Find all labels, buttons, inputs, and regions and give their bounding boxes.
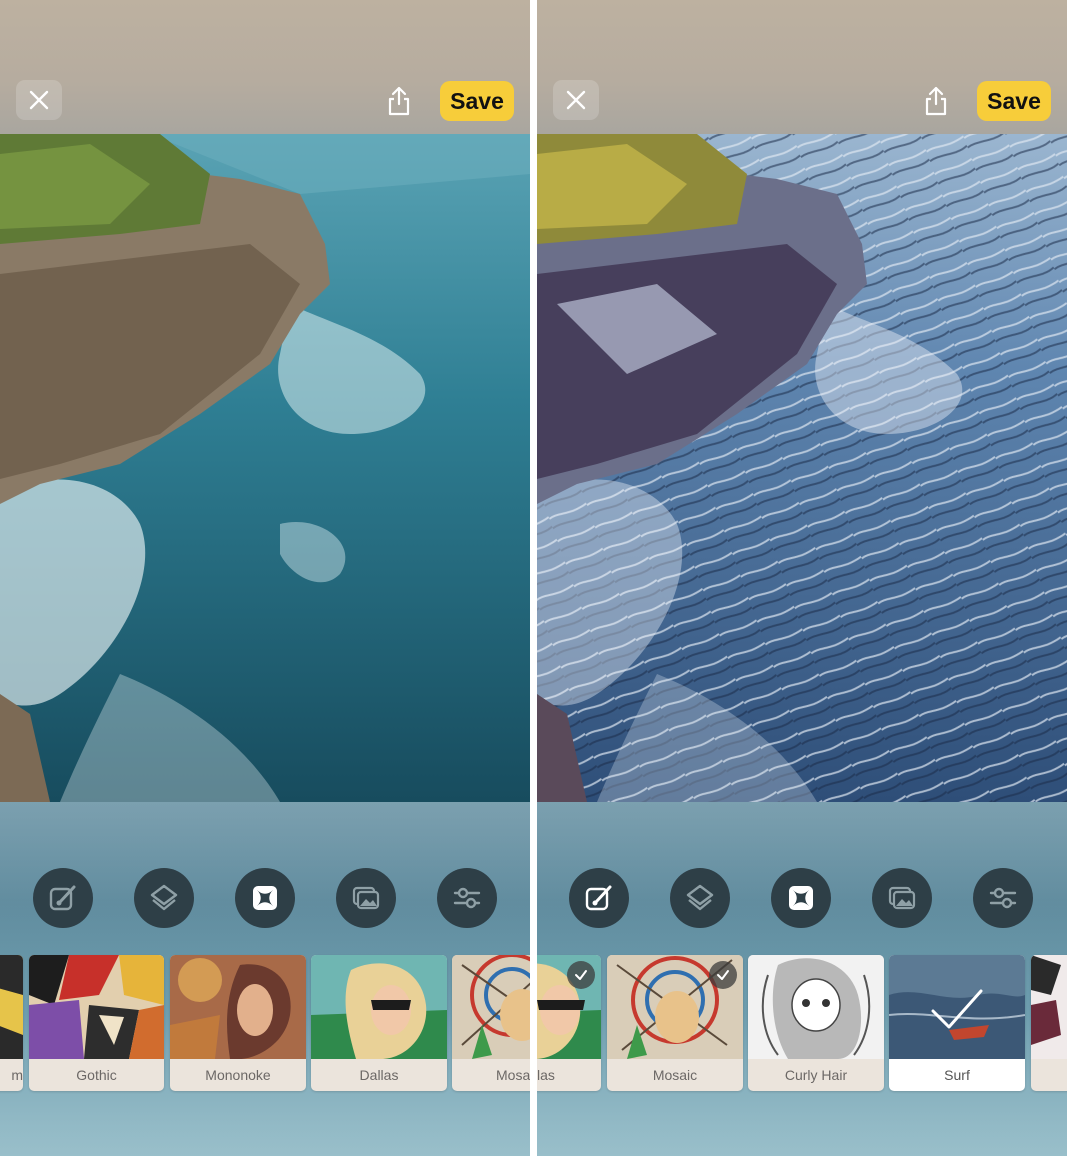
style-card[interactable]: Mosa: [452, 955, 530, 1091]
style-card[interactable]: Curly Hair: [748, 955, 884, 1091]
style-label: las: [537, 1067, 555, 1083]
style-thumbnail: [0, 955, 23, 1059]
share-button[interactable]: [919, 84, 953, 118]
tool-edit-button[interactable]: [33, 868, 93, 928]
layers-icon: [150, 884, 178, 911]
share-icon: [925, 86, 947, 116]
photo-stylized: [537, 134, 1067, 802]
style-label: [1031, 1059, 1067, 1091]
tool-edit-button[interactable]: [569, 868, 629, 928]
share-icon: [388, 86, 410, 116]
adjust-sliders-icon: [989, 887, 1017, 909]
editor-panel-stylized: Save las Mosaic Curly Hair Surf: [537, 0, 1067, 1156]
style-card[interactable]: Mosaic: [607, 955, 743, 1091]
downloaded-check-badge: [567, 961, 595, 989]
save-button[interactable]: Save: [977, 81, 1051, 121]
adjust-sliders-icon: [453, 887, 481, 909]
selected-check-icon: [931, 989, 983, 1029]
styles-icon: [253, 886, 277, 910]
style-label: Mosa: [496, 1067, 530, 1083]
style-label: Surf: [944, 1067, 970, 1083]
style-card[interactable]: m: [0, 955, 23, 1091]
save-button[interactable]: Save: [440, 81, 514, 121]
style-thumbnail: [1031, 955, 1067, 1059]
tool-backgrounds-button[interactable]: [336, 868, 396, 928]
tool-adjust-button[interactable]: [437, 868, 497, 928]
edit-brush-icon: [585, 885, 612, 911]
downloaded-check-badge: [709, 961, 737, 989]
style-label: Mononoke: [205, 1067, 271, 1083]
style-card[interactable]: Gothic: [29, 955, 164, 1091]
style-card[interactable]: [1031, 955, 1067, 1091]
close-icon: [566, 90, 586, 110]
backgrounds-icon: [352, 886, 380, 910]
style-label: Gothic: [76, 1067, 117, 1083]
style-label: Mosaic: [652, 1067, 698, 1083]
photo-original: [0, 134, 530, 802]
tool-styles-button[interactable]: [771, 868, 831, 928]
style-thumbnail: [748, 955, 884, 1059]
close-button[interactable]: [553, 80, 599, 120]
tool-layers-button[interactable]: [670, 868, 730, 928]
check-icon: [575, 970, 587, 980]
edit-brush-icon: [49, 885, 76, 911]
tool-backgrounds-button[interactable]: [872, 868, 932, 928]
style-card[interactable]: Mononoke: [170, 955, 306, 1091]
close-button[interactable]: [16, 80, 62, 120]
style-label: m: [11, 1067, 23, 1083]
tool-layers-button[interactable]: [134, 868, 194, 928]
backgrounds-icon: [888, 886, 916, 910]
share-button[interactable]: [382, 84, 416, 118]
style-card-selected[interactable]: Surf: [889, 955, 1025, 1091]
check-icon: [717, 970, 729, 980]
style-thumbnail: [29, 955, 164, 1059]
layers-icon: [686, 884, 714, 911]
style-card[interactable]: Dallas: [311, 955, 447, 1091]
style-label: Curly Hair: [784, 1067, 848, 1083]
style-card[interactable]: las: [537, 955, 601, 1091]
style-thumbnail: [311, 955, 447, 1059]
styles-icon: [789, 886, 813, 910]
style-thumbnail: [452, 955, 530, 1059]
tool-styles-button[interactable]: [235, 868, 295, 928]
style-thumbnail: [170, 955, 306, 1059]
editor-panel-original: Save m Gothic Mononoke Dallas Mosa: [0, 0, 530, 1156]
tool-adjust-button[interactable]: [973, 868, 1033, 928]
close-icon: [29, 90, 49, 110]
style-label: Dallas: [359, 1067, 399, 1083]
panel-divider: [530, 0, 537, 1156]
